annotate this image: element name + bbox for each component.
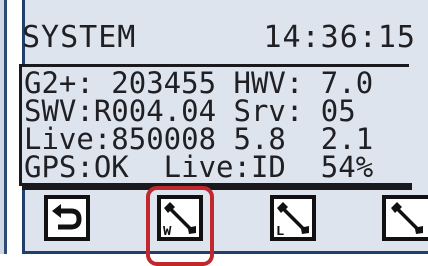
clock-readout: 14:36:15 (263, 20, 416, 55)
screen-header: SYSTEM 14:36:15 (22, 20, 415, 56)
wrench-l-button[interactable]: L (270, 195, 316, 241)
wrench-icon: W (163, 202, 196, 237)
wrench-letter-l: L (276, 224, 284, 237)
wrench-icon: L (276, 202, 309, 237)
info-box: G2+: 203455 HWV: 7.0 SWV:R004.04 Srv: 05… (19, 64, 409, 186)
info-line-device: G2+: 203455 HWV: 7.0 (24, 66, 374, 100)
wrench-button[interactable] (382, 195, 428, 241)
wrench-w-button[interactable]: W (157, 195, 203, 241)
wrench-icon (391, 202, 423, 234)
back-arrow-icon (52, 204, 82, 230)
info-line-live: Live:850008 5.8 2.1 (24, 122, 374, 156)
left-panel-edge (0, 0, 7, 254)
info-line-gps: GPS:OK Live:ID 54% (24, 150, 374, 184)
wrench-letter-w: W (163, 224, 172, 237)
info-line-software: SWV:R004.04 Srv: 05 (24, 94, 356, 128)
screen-title: SYSTEM (22, 20, 137, 55)
back-button[interactable] (44, 195, 90, 241)
